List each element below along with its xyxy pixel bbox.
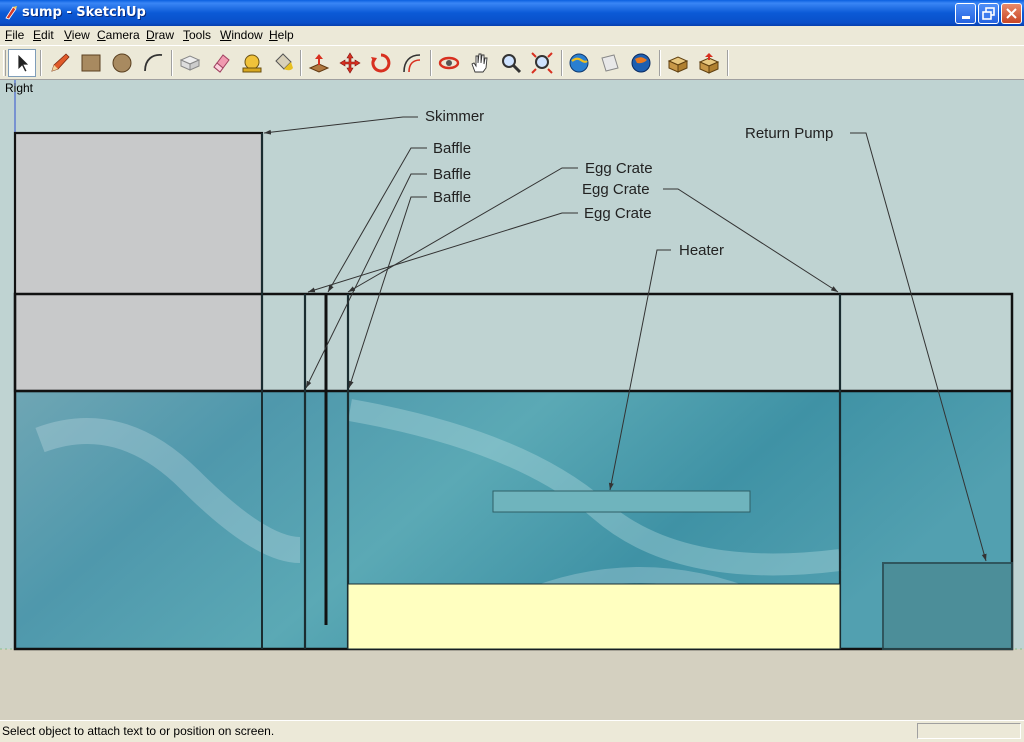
leader-egg-crate-2 bbox=[663, 188, 839, 293]
callout-baffle-2[interactable]: Baffle bbox=[433, 166, 471, 184]
circle-icon bbox=[112, 53, 132, 73]
tape-measure-icon bbox=[242, 54, 262, 73]
globe-download-icon bbox=[569, 53, 589, 73]
tape-measure-tool[interactable] bbox=[238, 49, 266, 77]
share-component-tool[interactable] bbox=[695, 49, 723, 77]
paint-bucket-icon bbox=[275, 53, 293, 71]
toolbar-separator bbox=[40, 50, 42, 76]
toolbar-separator bbox=[300, 50, 302, 76]
callout-skimmer[interactable]: Skimmer bbox=[425, 108, 484, 126]
toolbar-separator bbox=[430, 50, 432, 76]
make-component-tool[interactable] bbox=[176, 49, 204, 77]
close-icon bbox=[1006, 8, 1017, 19]
close-button[interactable] bbox=[1001, 3, 1022, 24]
box-download-icon bbox=[667, 56, 689, 73]
toolbar-separator bbox=[659, 50, 661, 76]
eraser-icon bbox=[213, 54, 230, 73]
status-message: Select object to attach text to or posit… bbox=[2, 724, 275, 738]
arc-icon bbox=[144, 54, 163, 72]
callout-return-pump[interactable]: Return Pump bbox=[745, 125, 833, 143]
restore-button[interactable] bbox=[978, 3, 999, 24]
eraser-tool[interactable] bbox=[207, 49, 235, 77]
menu-camera[interactable]: Camera bbox=[97, 28, 140, 42]
get-components-tool[interactable] bbox=[664, 49, 692, 77]
offset-tool[interactable] bbox=[398, 49, 426, 77]
measurements-box[interactable] bbox=[917, 723, 1021, 739]
callout-baffle-3[interactable]: Baffle bbox=[433, 189, 471, 207]
rectangle-tool[interactable] bbox=[77, 49, 105, 77]
sketchup-app-icon[interactable] bbox=[4, 5, 18, 20]
select-tool[interactable] bbox=[8, 49, 36, 77]
menu-draw[interactable]: Draw bbox=[146, 28, 174, 42]
heater[interactable] bbox=[492, 490, 751, 513]
menu-view[interactable]: View bbox=[64, 28, 90, 42]
drawing-viewport[interactable]: Right Skimmer Baffle Baffle Baffle Egg C… bbox=[0, 80, 1024, 720]
orbit-tool[interactable] bbox=[435, 49, 463, 77]
status-bar: Select object to attach text to or posit… bbox=[0, 720, 1024, 742]
box-share-icon bbox=[698, 53, 720, 74]
zoom-extents-tool[interactable] bbox=[528, 49, 556, 77]
share-icon bbox=[601, 54, 619, 72]
toolbar-grip[interactable] bbox=[3, 50, 6, 76]
callout-egg-crate-2[interactable]: Egg Crate bbox=[582, 181, 650, 199]
move-icon bbox=[339, 52, 361, 74]
menu-help[interactable]: Help bbox=[269, 28, 294, 42]
earth-icon bbox=[631, 53, 651, 73]
minimize-button[interactable] bbox=[955, 3, 976, 24]
minimize-icon bbox=[961, 16, 970, 19]
magnifier-icon bbox=[502, 54, 522, 74]
toolbar-separator bbox=[171, 50, 173, 76]
toolbar-separator bbox=[561, 50, 563, 76]
leader-egg-crate-1 bbox=[347, 167, 578, 293]
ground-plane bbox=[0, 649, 1024, 720]
menu-bar: File Edit View Camera Draw Tools Window … bbox=[0, 26, 1024, 45]
pencil-icon bbox=[51, 53, 70, 72]
restore-icon bbox=[982, 7, 995, 20]
zoom-tool[interactable] bbox=[497, 49, 525, 77]
return-pump[interactable] bbox=[882, 562, 1013, 650]
arc-tool[interactable] bbox=[139, 49, 167, 77]
share-model-tool[interactable] bbox=[596, 49, 624, 77]
paint-bucket-tool[interactable] bbox=[269, 49, 297, 77]
window-title: sump - SketchUp bbox=[22, 5, 146, 20]
toolbar-separator bbox=[727, 50, 729, 76]
zoom-extents-icon bbox=[531, 52, 553, 74]
get-models-tool[interactable] bbox=[565, 49, 593, 77]
rotate-icon bbox=[371, 53, 391, 73]
pan-tool[interactable] bbox=[466, 49, 494, 77]
callout-baffle-1[interactable]: Baffle bbox=[433, 140, 471, 158]
rotate-tool[interactable] bbox=[367, 49, 395, 77]
menu-tools[interactable]: Tools bbox=[183, 28, 211, 42]
move-tool[interactable] bbox=[336, 49, 364, 77]
skimmer-box[interactable] bbox=[13, 131, 264, 393]
pencil-tool[interactable] bbox=[46, 49, 74, 77]
orbit-icon bbox=[438, 56, 460, 70]
title-bar[interactable]: sump - SketchUp bbox=[0, 0, 1024, 26]
arrow-cursor-icon bbox=[17, 53, 30, 73]
google-earth-tool[interactable] bbox=[627, 49, 655, 77]
leader-skimmer bbox=[263, 116, 418, 135]
sand-bed[interactable] bbox=[347, 583, 841, 650]
menu-file[interactable]: File bbox=[5, 28, 24, 42]
push-pull-icon bbox=[308, 54, 330, 73]
menu-window[interactable]: Window bbox=[220, 28, 263, 42]
offset-icon bbox=[403, 54, 421, 73]
circle-tool[interactable] bbox=[108, 49, 136, 77]
callout-egg-crate-3[interactable]: Egg Crate bbox=[584, 205, 652, 223]
sketchup-window: sump - SketchUp File Edit View Camera Dr… bbox=[0, 0, 1024, 742]
component-icon bbox=[179, 55, 201, 71]
sump-model-scene[interactable] bbox=[0, 80, 1024, 720]
view-name-label: Right bbox=[5, 81, 34, 95]
rectangle-icon bbox=[81, 54, 101, 72]
main-toolbar bbox=[0, 45, 1024, 80]
callout-heater[interactable]: Heater bbox=[679, 242, 724, 260]
hand-icon bbox=[471, 53, 488, 73]
menu-edit[interactable]: Edit bbox=[33, 28, 54, 42]
leader-baffle-3 bbox=[348, 196, 427, 389]
leader-egg-crate-3 bbox=[307, 212, 578, 293]
callout-egg-crate-1[interactable]: Egg Crate bbox=[585, 160, 653, 178]
push-pull-tool[interactable] bbox=[305, 49, 333, 77]
